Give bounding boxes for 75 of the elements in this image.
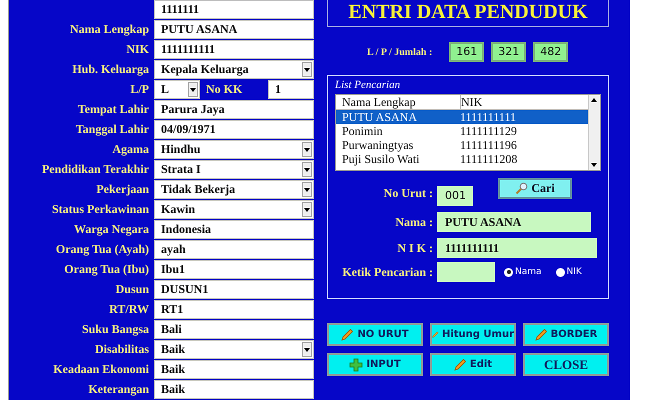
count-field: 321 <box>491 42 526 62</box>
action-button[interactable]: BORDER <box>523 323 609 346</box>
field-label: Suku Bangsa <box>80 321 149 338</box>
action-button[interactable]: INPUT <box>327 353 423 376</box>
text-field[interactable]: Parura Jaya <box>154 100 314 119</box>
dropdown-field[interactable]: Hindhu <box>154 140 314 159</box>
text-field[interactable]: 1 <box>268 80 314 99</box>
group-title: List Pencarian <box>335 78 402 92</box>
action-button[interactable]: CLOSE <box>523 353 609 376</box>
plus-icon <box>349 358 364 372</box>
field-label: Pendidikan Terakhir <box>40 161 149 178</box>
field-label: Agama <box>111 141 149 158</box>
field-label: Keadaan Ekonomi <box>52 361 149 378</box>
form-title: ENTRI DATA PENDUDUK <box>327 0 609 27</box>
radio-option[interactable]: Nama <box>504 267 542 277</box>
action-button[interactable]: NO URUT <box>327 323 423 346</box>
field-label: Ketik Pencarian : <box>341 265 434 280</box>
stats-label: L / P / Jumlah : <box>367 46 432 58</box>
number-field[interactable]: 001 <box>437 186 473 206</box>
text-field[interactable]: Baik <box>154 380 314 399</box>
field-label: Dusun <box>114 281 149 298</box>
name-field[interactable]: PUTU ASANA <box>437 212 591 232</box>
field-label: Nama : <box>394 214 434 230</box>
field-label: L/P <box>129 81 149 98</box>
field-label: RT/RW <box>108 301 149 318</box>
dropdown-field[interactable]: Kawin <box>154 200 314 219</box>
search-listbox[interactable]: Nama Lengkap NIK PUTU ASANA 1111111111 Ponimin 1111111129 Purwaningtyas 1111111196 Puji Susilo Wati 1111111208 <box>335 94 601 171</box>
radio-option[interactable]: NIK <box>556 267 582 277</box>
field-label: Warga Negara <box>73 221 149 238</box>
nik-field[interactable]: 1111111111 <box>437 238 597 258</box>
text-field[interactable]: Ibu1 <box>154 260 314 279</box>
text-field[interactable]: 04/09/1971 <box>154 120 314 139</box>
list-row[interactable]: Ponimin 1111111129 <box>336 124 588 138</box>
pencil-icon <box>341 328 354 341</box>
field-label: Nama Lengkap <box>68 21 149 38</box>
search-field[interactable] <box>437 262 495 282</box>
field-label: Tempat Lahir <box>76 101 149 118</box>
field-label: Orang Tua (Ibu) <box>63 261 149 278</box>
field-label: NIK <box>125 41 149 58</box>
count-field: 161 <box>449 42 484 62</box>
text-field[interactable]: 1111111111 <box>154 40 314 59</box>
field-label: Status Perkawinan <box>50 201 149 218</box>
search-button[interactable]: Cari <box>498 178 572 198</box>
field-label: Hub. Keluarga <box>71 61 149 78</box>
count-field: 482 <box>533 42 568 62</box>
text-field[interactable]: DUSUN1 <box>154 280 314 299</box>
field-label: Pekerjaan <box>95 181 149 198</box>
action-button[interactable]: Edit <box>430 353 516 376</box>
field-label: No Urut : <box>382 186 434 200</box>
text-field[interactable]: RT1 <box>154 300 314 319</box>
text-field[interactable]: ayah <box>154 240 314 259</box>
pencil-icon <box>534 328 548 341</box>
text-field[interactable]: 1111111 <box>154 0 314 19</box>
dropdown-field[interactable]: Strata I <box>154 160 314 179</box>
pencil-icon <box>454 358 467 371</box>
field-label: N I K : <box>396 240 434 256</box>
field-label: No KK <box>206 82 242 97</box>
text-field[interactable]: PUTU ASANA <box>154 20 314 39</box>
search-icon <box>515 182 528 194</box>
dropdown-field[interactable]: L <box>154 80 200 99</box>
action-button[interactable]: Hitung Umur <box>430 323 516 346</box>
text-field[interactable]: Bali <box>154 320 314 339</box>
field-label: Orang Tua (Ayah) <box>54 241 149 258</box>
field-label: Keterangan <box>87 381 149 398</box>
text-field[interactable]: Baik <box>154 360 314 379</box>
dropdown-field[interactable]: Kepala Keluarga <box>154 60 314 79</box>
dropdown-field[interactable]: Baik <box>154 340 314 359</box>
dropdown-field[interactable]: Tidak Bekerja <box>154 180 314 199</box>
field-label: Disabilitas <box>94 341 149 358</box>
list-row[interactable]: PUTU ASANA 1111111111 <box>336 110 588 124</box>
text-field[interactable]: Indonesia <box>154 220 314 239</box>
scrollbar[interactable] <box>588 95 600 170</box>
list-row[interactable]: Puji Susilo Wati 1111111208 <box>336 152 588 166</box>
list-row[interactable]: Purwaningtyas 1111111196 <box>336 138 588 152</box>
field-label: Tanggal Lahir <box>74 121 149 138</box>
